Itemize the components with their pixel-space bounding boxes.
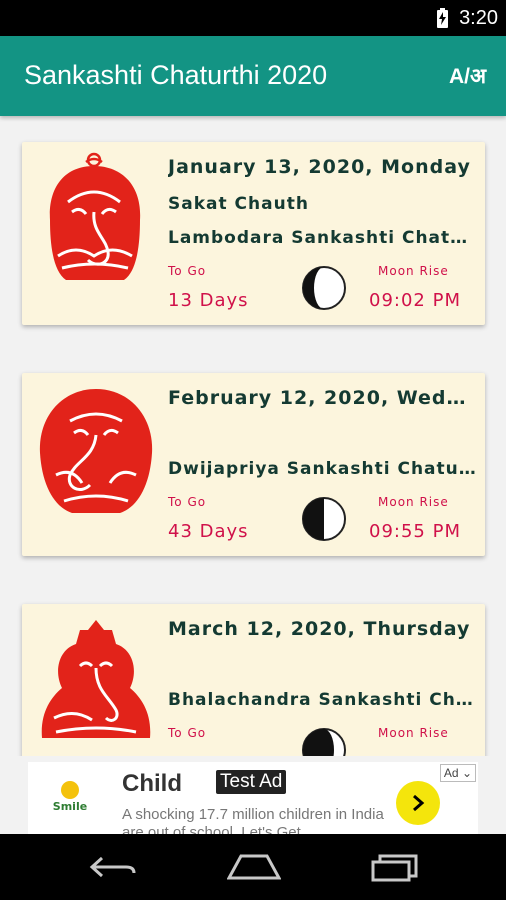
moon-rise-label: Moon Rise <box>378 264 449 278</box>
event-card[interactable]: January 13, 2020, Monday Sakat Chauth La… <box>22 142 485 325</box>
event-date: March 12, 2020, Thursday <box>168 618 471 640</box>
moon-rise-value: 09:55 PM <box>369 521 461 542</box>
to-go-label: To Go <box>168 726 207 740</box>
moon-rise-label: Moon Rise <box>378 726 449 740</box>
app-bar: Sankashti Chaturthi 2020 A/अ <box>0 36 506 116</box>
battery-charging-icon <box>437 8 448 28</box>
ad-open-button[interactable] <box>396 781 440 825</box>
event-date: February 12, 2020, Wednes... <box>168 387 478 409</box>
moon-rise-value: 09:02 PM <box>369 290 461 311</box>
status-time: 3:20 <box>459 7 498 29</box>
recent-apps-icon[interactable] <box>370 854 420 882</box>
test-ad-badge: Test Ad <box>216 770 287 794</box>
ganesha-icon <box>49 152 141 280</box>
app-title: Sankashti Chaturthi 2020 <box>24 60 328 90</box>
to-go-label: To Go <box>168 264 207 278</box>
back-icon[interactable] <box>88 854 138 880</box>
event-card[interactable]: February 12, 2020, Wednes... Dwijapriya … <box>22 373 485 556</box>
event-festival: Sakat Chauth <box>168 194 309 214</box>
event-name: Dwijapriya Sankashti Chaturthi <box>168 459 478 479</box>
chevron-down-icon: ⌄ <box>461 766 472 780</box>
ad-banner[interactable]: Smile Child Test Ad Ad ⌄ A shocking 17.7… <box>0 756 506 834</box>
ad-logo: Smile <box>53 781 87 813</box>
event-list[interactable]: January 13, 2020, Monday Sakat Chauth La… <box>0 116 506 756</box>
chevron-right-icon <box>413 794 425 812</box>
ad-choices-label: Ad <box>443 766 459 780</box>
ad-logo-text: Smile <box>53 800 87 813</box>
status-bar: 3:20 <box>0 0 506 36</box>
event-name: Bhalachandra Sankashti Chatu... <box>168 690 478 710</box>
ad-headline[interactable]: Child <box>122 770 182 798</box>
moon-phase-icon <box>302 728 346 756</box>
home-icon[interactable] <box>227 854 281 880</box>
ganesha-icon <box>41 620 151 738</box>
moon-phase-icon <box>302 266 346 310</box>
to-go-value: 43 Days <box>168 521 249 542</box>
event-card[interactable]: March 12, 2020, Thursday Bhalachandra Sa… <box>22 604 485 756</box>
to-go-label: To Go <box>168 495 207 509</box>
moon-rise-label: Moon Rise <box>378 495 449 509</box>
to-go-value: 13 Days <box>168 290 249 311</box>
ad-panel[interactable]: Smile Child Test Ad Ad ⌄ A shocking 17.7… <box>28 762 478 834</box>
event-name: Lambodara Sankashti Chaturthi <box>168 228 478 248</box>
moon-phase-icon <box>302 497 346 541</box>
ad-choices-button[interactable]: Ad ⌄ <box>439 764 476 782</box>
ganesha-icon <box>39 389 153 513</box>
system-nav-bar <box>0 834 506 900</box>
language-toggle-button[interactable]: A/अ <box>449 62 486 90</box>
ad-description: A shocking 17.7 million children in Indi… <box>122 806 384 834</box>
event-date: January 13, 2020, Monday <box>168 156 471 178</box>
